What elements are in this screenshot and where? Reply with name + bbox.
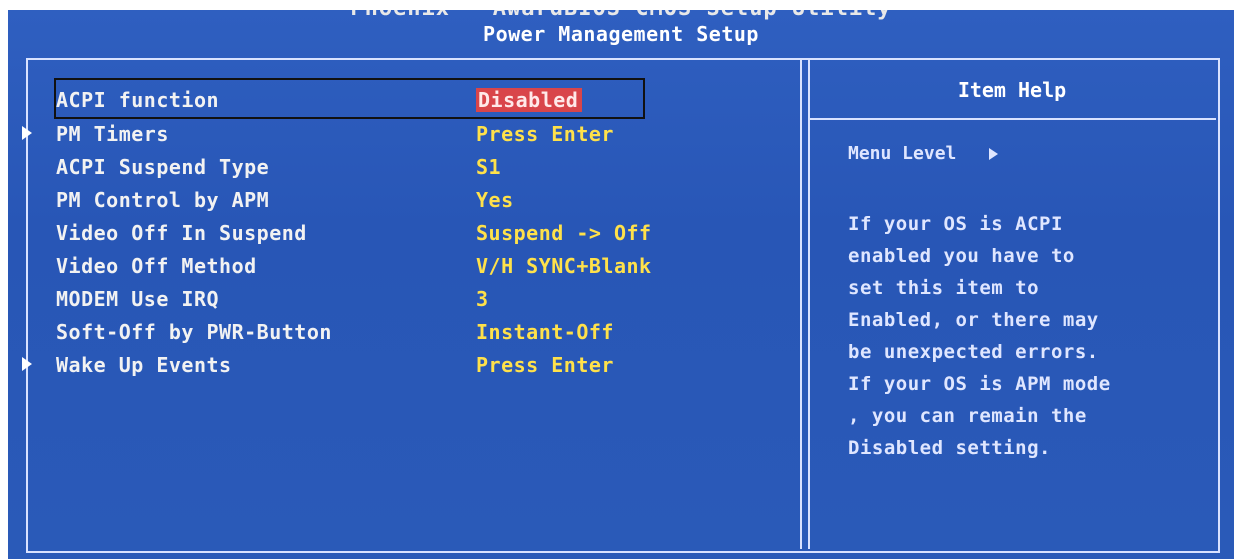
setting-row-acpi-suspend-type[interactable]: ACPI Suspend Type S1 xyxy=(0,155,780,187)
menu-level: Menu Level xyxy=(848,143,999,164)
help-line: be unexpected errors. xyxy=(848,341,1099,363)
submenu-arrow-icon xyxy=(22,357,32,371)
setting-value[interactable]: V/H SYNC+Blank xyxy=(476,254,652,278)
setting-row-video-off-method[interactable]: Video Off Method V/H SYNC+Blank xyxy=(0,254,780,286)
setting-label: ACPI Suspend Type xyxy=(56,155,270,179)
selection-outline xyxy=(54,78,645,119)
setting-value[interactable]: 3 xyxy=(476,287,489,311)
setting-value[interactable]: Suspend -> Off xyxy=(476,221,652,245)
setting-label: Soft-Off by PWR-Button xyxy=(56,320,332,344)
help-line: Disabled setting. xyxy=(848,437,1051,459)
setting-label: MODEM Use IRQ xyxy=(56,287,220,311)
help-line: , you can remain the xyxy=(848,405,1087,427)
help-line: If your OS is APM mode xyxy=(848,373,1111,395)
setting-value[interactable]: Instant-Off xyxy=(476,320,614,344)
setting-value[interactable]: Yes xyxy=(476,188,514,212)
setting-row-pm-control-by-apm[interactable]: PM Control by APM Yes xyxy=(0,188,780,220)
setting-row-soft-off-by-pwr-button[interactable]: Soft-Off by PWR-Button Instant-Off xyxy=(0,320,780,352)
setting-row-video-off-in-suspend[interactable]: Video Off In Suspend Suspend -> Off xyxy=(0,221,780,253)
help-line: set this item to xyxy=(848,277,1040,299)
help-line: Enabled, or there may xyxy=(848,309,1099,331)
setting-value[interactable]: S1 xyxy=(476,155,501,179)
setting-value[interactable]: Press Enter xyxy=(476,353,614,377)
setting-label: PM Timers xyxy=(56,122,169,146)
setting-value[interactable]: Press Enter xyxy=(476,122,614,146)
page-title: Power Management Setup xyxy=(483,22,759,46)
setting-row-wake-up-events[interactable]: Wake Up Events Press Enter xyxy=(0,353,780,385)
menu-level-label: Menu Level xyxy=(848,143,957,164)
help-text: If your OS is ACPI enabled you have to s… xyxy=(848,208,1218,464)
help-line: If your OS is ACPI xyxy=(848,213,1063,235)
setting-row-pm-timers[interactable]: PM Timers Press Enter xyxy=(0,122,780,154)
setting-row-modem-use-irq[interactable]: MODEM Use IRQ 3 xyxy=(0,287,780,319)
setting-label: Wake Up Events xyxy=(56,353,232,377)
setting-label: Video Off In Suspend xyxy=(56,221,307,245)
bios-vendor-line: Phoenix - AwardBIOS CMOS Setup Utility xyxy=(8,10,1234,21)
setting-label: Video Off Method xyxy=(56,254,257,278)
help-line: enabled you have to xyxy=(848,245,1075,267)
menu-level-arrow-icon xyxy=(989,148,999,160)
help-title-separator xyxy=(808,118,1216,120)
setting-label: PM Control by APM xyxy=(56,188,270,212)
submenu-arrow-icon xyxy=(22,126,32,140)
panel-divider xyxy=(800,58,810,549)
help-panel-title: Item Help xyxy=(957,78,1067,102)
